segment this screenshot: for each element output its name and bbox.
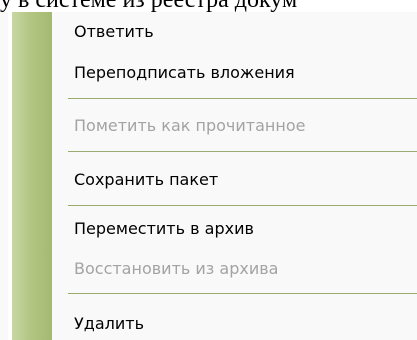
menu-item-restore-from-archive: Восстановить из архива: [74, 259, 279, 278]
menu-item-resign-attachments[interactable]: Переподписать вложения: [74, 62, 295, 84]
menu-separator: [68, 151, 417, 152]
menu-icon-gutter: [12, 12, 52, 340]
menu-separator: [68, 293, 417, 294]
menu-item-save-package[interactable]: Сохранить пакет: [74, 169, 218, 191]
menu-item-move-to-archive[interactable]: Переместить в архив: [74, 218, 254, 240]
menu-item-delete[interactable]: Удалить: [74, 313, 144, 335]
context-menu: Ответить Переподписать вложения Пометить…: [0, 12, 417, 340]
menu-item-reply[interactable]: Ответить: [74, 21, 154, 43]
menu-separator: [68, 205, 417, 206]
menu-separator: [68, 98, 417, 99]
menu-item-mark-as-read: Пометить как прочитанное: [74, 116, 306, 135]
